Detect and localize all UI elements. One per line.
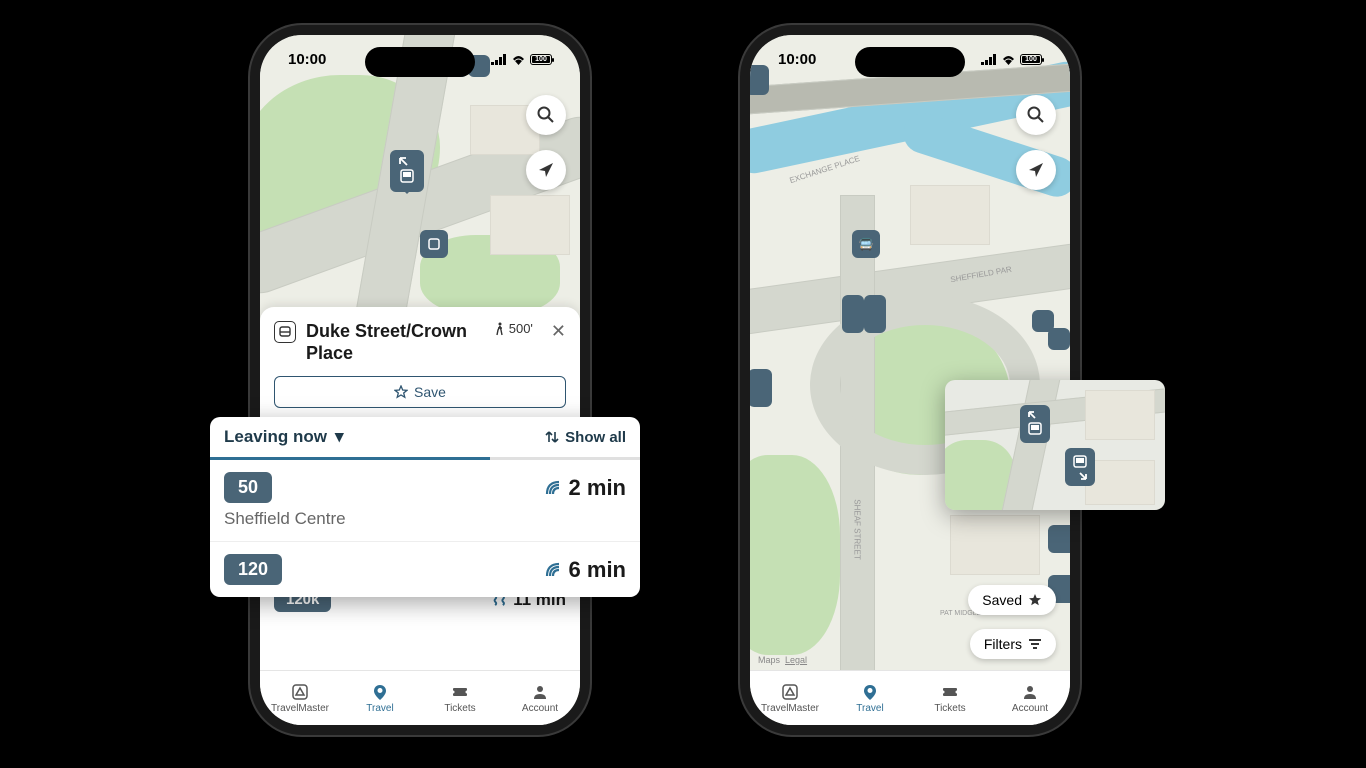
sort-icon <box>545 430 559 444</box>
signal-icon <box>491 54 507 65</box>
bottom-nav: TravelMaster Travel Tickets Account <box>260 670 580 725</box>
notch <box>365 47 475 77</box>
status-time: 10:00 <box>288 51 326 68</box>
pin-icon <box>861 683 879 701</box>
departure-destination: Sheffield Centre <box>224 509 626 529</box>
bus-stop-marker[interactable]: 🚍 <box>852 230 880 258</box>
nav-travelmaster[interactable]: TravelMaster <box>260 671 340 725</box>
person-icon <box>531 683 549 701</box>
wifi-status-icon <box>1001 54 1016 65</box>
bus-stop-marker[interactable] <box>864 295 886 333</box>
bus-stop-marker[interactable] <box>1065 448 1095 486</box>
bus-stop-marker[interactable] <box>842 295 864 333</box>
bottom-nav: TravelMaster Travel Tickets Account <box>750 670 1070 725</box>
leaving-now-dropdown[interactable]: Leaving now ▾ <box>224 427 344 447</box>
saved-button[interactable]: Saved <box>968 585 1056 615</box>
bus-stop-marker[interactable] <box>1048 328 1070 350</box>
nav-account[interactable]: Account <box>500 671 580 725</box>
status-indicators: 100 <box>981 54 1042 65</box>
departures-overlay-card: Leaving now ▾ Show all 50 2 min Sheffiel… <box>210 417 640 597</box>
battery-icon: 100 <box>530 54 552 65</box>
status-indicators: 100 <box>491 54 552 65</box>
walk-distance: 500' <box>494 321 533 336</box>
wifi-status-icon <box>511 54 526 65</box>
live-icon <box>545 562 563 578</box>
person-icon <box>1021 683 1039 701</box>
map-attribution: Maps Legal <box>758 655 807 665</box>
phone-left: 10:00 100 <box>250 25 590 735</box>
bus-stop-marker-main[interactable] <box>390 150 424 192</box>
nav-tickets[interactable]: Tickets <box>420 671 500 725</box>
stop-name: Duke Street/Crown Place <box>306 321 484 364</box>
nav-account[interactable]: Account <box>990 671 1070 725</box>
bus-stop-marker[interactable] <box>420 230 448 258</box>
filters-button[interactable]: Filters <box>970 629 1056 659</box>
locate-button[interactable] <box>1016 150 1056 190</box>
departure-row[interactable]: 120 6 min <box>210 542 640 597</box>
signal-icon <box>981 54 997 65</box>
legal-link[interactable]: Legal <box>785 655 807 665</box>
search-button[interactable] <box>526 95 566 135</box>
route-badge: 50 <box>224 472 272 503</box>
star-icon <box>1028 593 1042 607</box>
search-button[interactable] <box>1016 95 1056 135</box>
bus-stop-marker[interactable] <box>1048 525 1070 553</box>
filter-icon <box>1028 638 1042 650</box>
close-button[interactable]: ✕ <box>551 321 566 342</box>
notch <box>855 47 965 77</box>
show-all-button[interactable]: Show all <box>545 429 626 446</box>
bus-icon <box>274 321 296 343</box>
battery-icon: 100 <box>1020 54 1042 65</box>
star-icon <box>394 385 408 399</box>
ticket-icon <box>941 683 959 701</box>
live-icon <box>545 480 563 496</box>
save-button[interactable]: Save <box>274 376 566 408</box>
screen-left: 10:00 100 <box>260 35 580 725</box>
bus-stop-marker[interactable] <box>750 369 772 407</box>
nav-travel[interactable]: Travel <box>340 671 420 725</box>
triangle-icon <box>291 683 309 701</box>
pin-icon <box>371 683 389 701</box>
chevron-down-icon: ▾ <box>335 427 344 447</box>
tab-indicator <box>210 457 640 460</box>
departure-row[interactable]: 50 2 min Sheffield Centre <box>210 460 640 542</box>
status-time: 10:00 <box>778 51 816 68</box>
nav-tickets[interactable]: Tickets <box>910 671 990 725</box>
route-badge: 120 <box>224 554 282 585</box>
bus-stop-marker[interactable] <box>1020 405 1050 443</box>
ticket-icon <box>451 683 469 701</box>
walk-icon <box>494 322 505 336</box>
nav-travelmaster[interactable]: TravelMaster <box>750 671 830 725</box>
nav-travel[interactable]: Travel <box>830 671 910 725</box>
map-zoom-popout <box>945 380 1165 510</box>
locate-button[interactable] <box>526 150 566 190</box>
triangle-icon <box>781 683 799 701</box>
